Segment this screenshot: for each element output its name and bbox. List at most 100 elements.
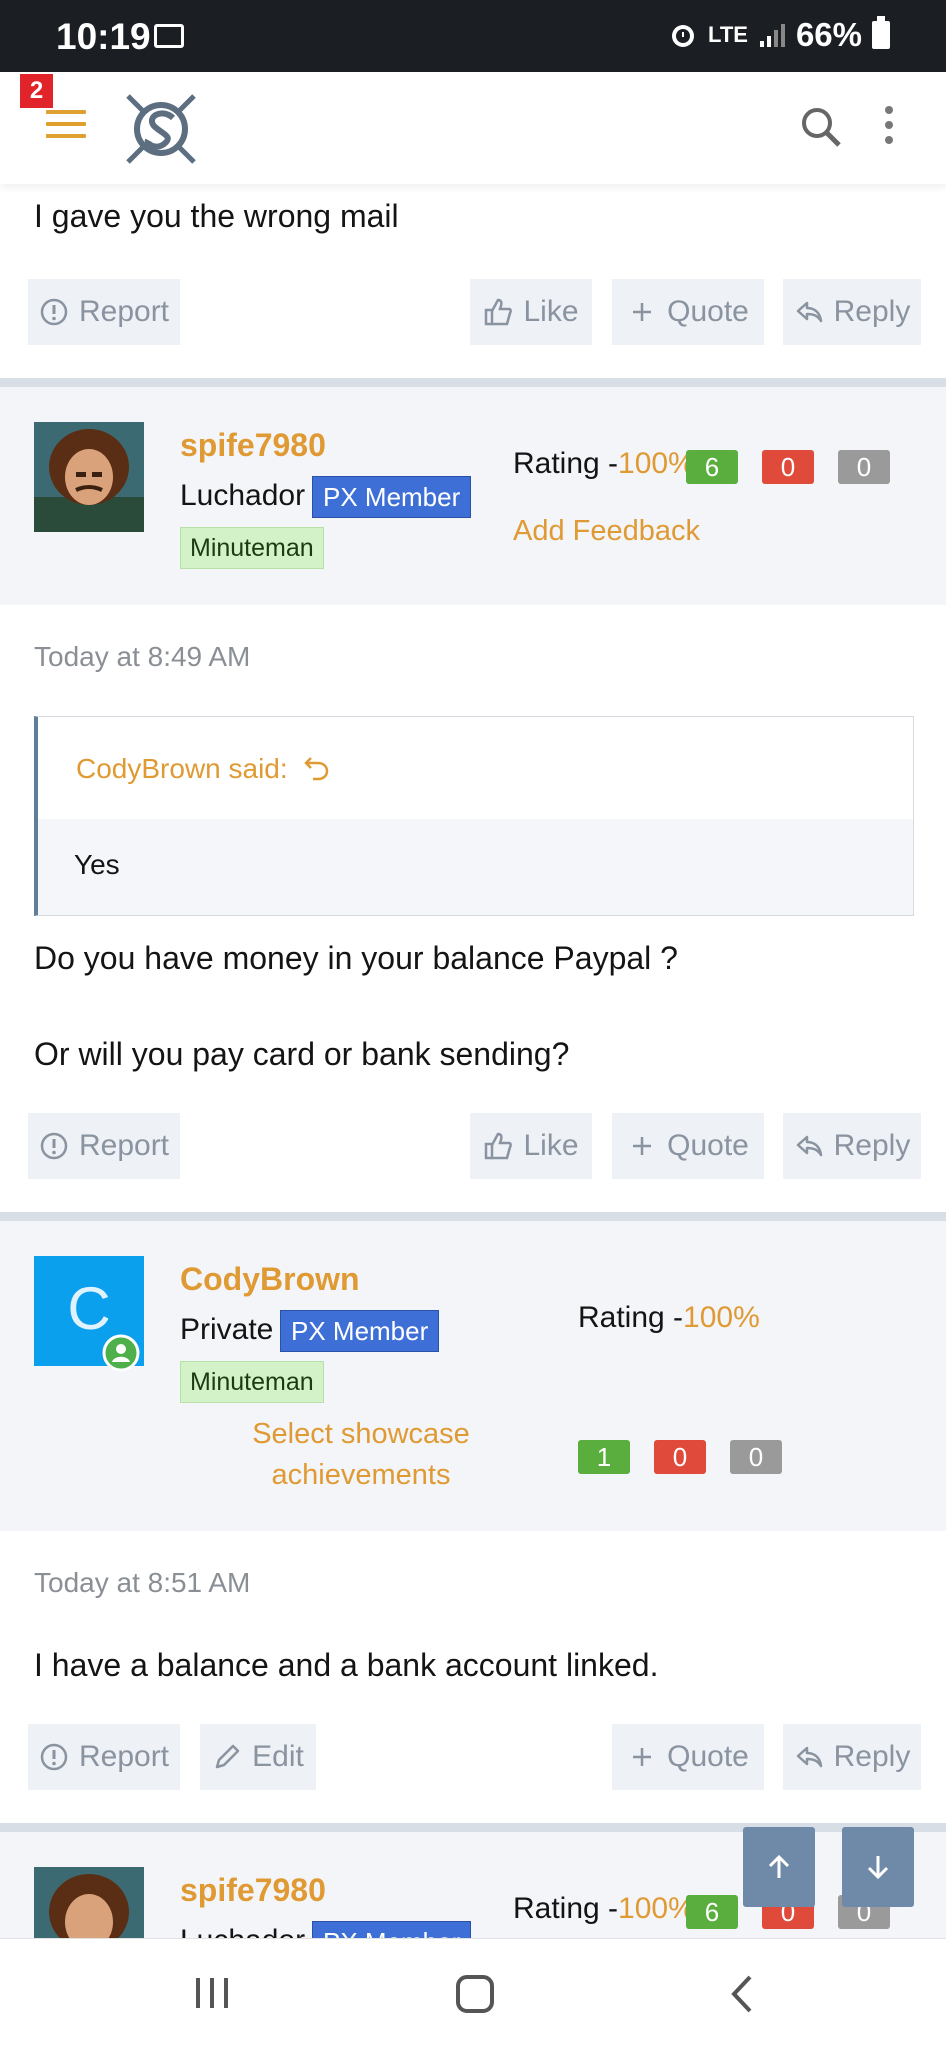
user-card: C CodyBrown Private PX Member Minuteman …	[0, 1221, 946, 1531]
edit-label: Edit	[252, 1740, 304, 1773]
status-icons: LTE 66%	[668, 16, 890, 54]
post-message: I gave you the wrong mail	[34, 198, 399, 234]
neutral-feedback-count: 0	[838, 450, 890, 484]
like-button[interactable]: Like	[470, 279, 592, 345]
username-link[interactable]: spife7980	[180, 1872, 326, 1909]
quote-author[interactable]: CodyBrown said:	[76, 753, 288, 784]
post-divider	[0, 378, 946, 387]
rating-label: Rating -	[513, 1892, 619, 1925]
go-to-quote-icon[interactable]	[303, 754, 331, 782]
reply-button[interactable]: Reply	[783, 1724, 921, 1790]
battery-percent: 66%	[795, 16, 862, 53]
recent-apps-icon[interactable]	[192, 1973, 232, 2013]
quote-label: Quote	[667, 295, 749, 328]
quote-text: Yes	[38, 819, 913, 915]
neutral-feedback-count: 0	[730, 1440, 782, 1474]
positive-feedback-count: 6	[686, 1895, 738, 1929]
reply-label: Reply	[833, 295, 911, 328]
report-button[interactable]: Report	[28, 1724, 180, 1790]
positive-feedback-count: 6	[686, 450, 738, 484]
post-divider	[0, 1212, 946, 1221]
avatar-letter: C	[67, 1275, 111, 1342]
negative-feedback-count: 0	[762, 450, 814, 484]
like-label: Like	[523, 1129, 579, 1162]
menu-icon[interactable]	[46, 110, 86, 140]
post-timestamp[interactable]: Today at 8:51 AM	[34, 1567, 250, 1599]
alarm-icon	[672, 25, 695, 47]
post-message: Do you have money in your balance Paypal…	[34, 940, 678, 976]
px-member-badge: PX Member	[280, 1310, 440, 1352]
rank-badge: Minuteman	[180, 527, 324, 569]
gallery-icon	[154, 24, 184, 48]
report-icon	[40, 1132, 68, 1160]
user-rating: Rating -100%	[513, 447, 695, 481]
plus-icon	[633, 1137, 652, 1155]
user-avatar[interactable]	[34, 422, 144, 532]
report-label: Report	[78, 295, 170, 328]
px-member-badge: PX Member	[312, 476, 472, 518]
report-label: Report	[78, 1740, 170, 1773]
like-icon	[485, 298, 513, 326]
user-title: Luchador	[180, 479, 306, 512]
select-showcase-link[interactable]: Select showcase achievements	[220, 1414, 502, 1496]
positive-feedback-count: 1	[578, 1440, 630, 1474]
site-logo[interactable]	[118, 86, 204, 172]
plus-icon	[633, 1748, 652, 1766]
report-button[interactable]: Report	[28, 279, 180, 345]
post-timestamp[interactable]: Today at 8:49 AM	[34, 641, 250, 673]
report-label: Report	[78, 1129, 170, 1162]
reply-label: Reply	[833, 1740, 911, 1773]
signal-icon	[759, 24, 785, 47]
add-feedback-link[interactable]: Add Feedback	[513, 515, 700, 548]
quote-button[interactable]: Quote	[612, 1113, 764, 1179]
user-card: spife7980 Luchador PX Member Minuteman R…	[0, 387, 946, 605]
edit-button[interactable]: Edit	[200, 1724, 316, 1790]
showcase-line-1: Select showcase	[252, 1418, 470, 1450]
report-button[interactable]: Report	[28, 1113, 180, 1179]
quote-block: CodyBrown said: Yes	[34, 716, 914, 916]
rating-label: Rating -	[513, 447, 619, 480]
reply-icon	[796, 1135, 822, 1157]
reply-label: Reply	[833, 1129, 911, 1162]
user-avatar[interactable]	[34, 1867, 144, 1942]
user-title: Private	[180, 1313, 274, 1346]
search-icon[interactable]	[798, 104, 844, 150]
reply-icon	[796, 1746, 822, 1768]
quote-button[interactable]: Quote	[612, 279, 764, 345]
quote-header[interactable]: CodyBrown said:	[38, 717, 913, 819]
rank-badge: Minuteman	[180, 1361, 324, 1403]
battery-icon	[872, 16, 890, 49]
user-rating: Rating -100%	[513, 1892, 695, 1926]
quote-button[interactable]: Quote	[612, 1724, 764, 1790]
report-icon	[40, 1743, 68, 1771]
home-icon[interactable]	[454, 1973, 496, 2015]
app-header	[0, 72, 946, 184]
rating-percent: 100%	[618, 1892, 695, 1925]
rating-percent: 100%	[683, 1301, 760, 1334]
rating-percent: 100%	[618, 447, 695, 480]
rating-label: Rating -	[578, 1301, 684, 1334]
username-link[interactable]: spife7980	[180, 427, 326, 464]
status-time: 10:19	[56, 16, 151, 57]
user-avatar[interactable]: C	[34, 1256, 144, 1372]
username-link[interactable]: CodyBrown	[180, 1261, 360, 1298]
reply-button[interactable]: Reply	[783, 279, 921, 345]
quote-label: Quote	[667, 1129, 749, 1162]
like-button[interactable]: Like	[470, 1113, 592, 1179]
more-options-icon[interactable]	[882, 106, 896, 148]
system-nav-bar	[0, 1938, 946, 2048]
reply-button[interactable]: Reply	[783, 1113, 921, 1179]
quote-label: Quote	[667, 1740, 749, 1773]
showcase-line-2: achievements	[271, 1459, 451, 1491]
notification-badge: 2	[20, 74, 53, 108]
report-icon	[40, 298, 68, 326]
arrow-up-icon	[768, 1854, 790, 1878]
scroll-to-top-button[interactable]	[743, 1827, 815, 1907]
pencil-icon	[215, 1744, 240, 1769]
plus-icon	[633, 303, 652, 321]
reply-icon	[796, 301, 822, 323]
negative-feedback-count: 0	[654, 1440, 706, 1474]
like-icon	[485, 1132, 513, 1160]
scroll-to-bottom-button[interactable]	[842, 1827, 914, 1907]
back-icon[interactable]	[724, 1973, 760, 2015]
